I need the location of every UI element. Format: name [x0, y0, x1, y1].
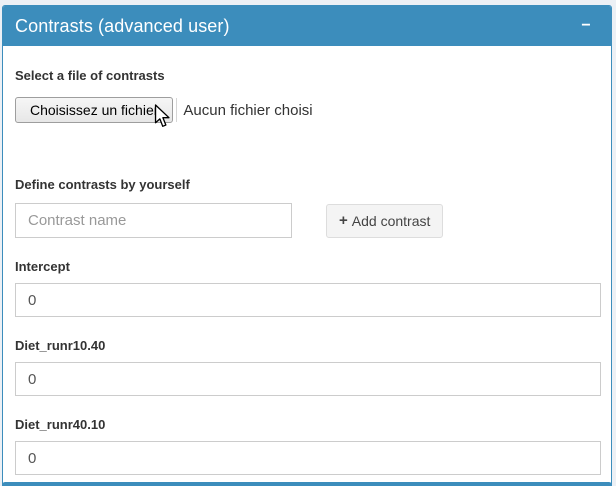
contrast-field-diet-runr40-10: Diet_runr40.10: [15, 417, 599, 475]
diet-runr10-40-input[interactable]: [15, 362, 601, 396]
intercept-input[interactable]: [15, 283, 601, 317]
contrast-field-diet-runr10-40: Diet_runr10.40: [15, 338, 599, 396]
plus-icon: +: [339, 212, 348, 229]
define-row: + Add contrast: [15, 203, 599, 238]
file-section-label: Select a file of contrasts: [15, 68, 599, 84]
diet-runr40-10-label: Diet_runr40.10: [15, 417, 599, 433]
add-contrast-button[interactable]: + Add contrast: [326, 204, 443, 238]
choose-file-button[interactable]: Choisissez un fichier: [15, 97, 173, 123]
file-input-separator: [176, 98, 177, 122]
collapse-button[interactable]: −: [571, 11, 601, 41]
contrast-field-intercept: Intercept: [15, 259, 599, 317]
contrast-name-input[interactable]: [15, 203, 292, 238]
panel-header: Contrasts (advanced user) −: [3, 6, 611, 46]
panel-body: Select a file of contrasts Choisissez un…: [3, 46, 611, 486]
diet-runr10-40-label: Diet_runr10.40: [15, 338, 599, 354]
minus-icon: −: [581, 17, 590, 34]
contrasts-panel: Contrasts (advanced user) − Select a fil…: [2, 5, 612, 486]
diet-runr40-10-input[interactable]: [15, 441, 601, 475]
panel-title: Contrasts (advanced user): [15, 16, 230, 37]
add-contrast-label: Add contrast: [352, 213, 431, 229]
file-input: Choisissez un fichier Aucun fichier choi…: [15, 97, 599, 123]
intercept-label: Intercept: [15, 259, 599, 275]
file-status-text: Aucun fichier choisi: [183, 102, 312, 119]
next-panel-header-partial: [2, 482, 612, 486]
define-section-label: Define contrasts by yourself: [15, 177, 599, 193]
